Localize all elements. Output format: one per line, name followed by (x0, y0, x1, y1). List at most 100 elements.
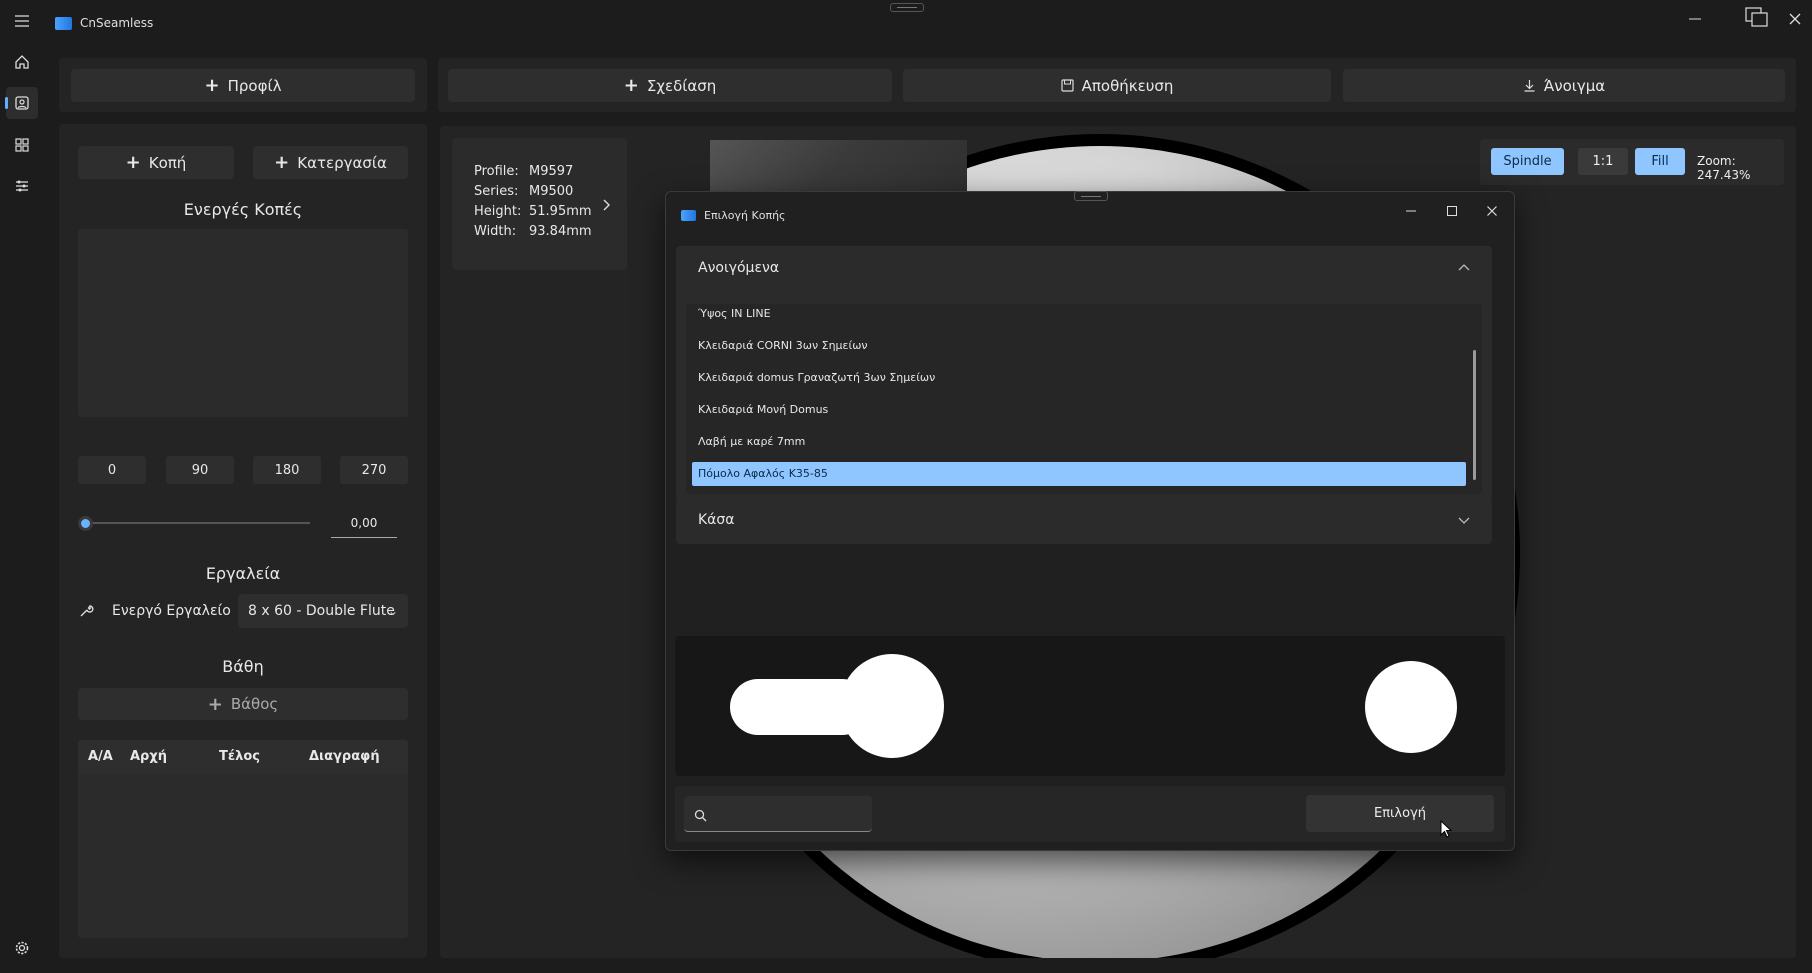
chevron-up-icon[interactable] (1458, 262, 1470, 272)
minimize-button[interactable] (1675, 6, 1715, 36)
dialog-app-icon (681, 210, 696, 221)
minimize-icon (1689, 18, 1701, 20)
angle-270-button[interactable]: 270 (340, 456, 408, 484)
active-cuts-title: Ενεργές Κοπές (183, 200, 303, 219)
list-item[interactable]: Κλειδαριά Μονή Domus (692, 398, 1466, 422)
add-depth-button[interactable]: + Βάθος (78, 688, 408, 720)
preview-circle-shape (840, 654, 944, 758)
cut-preview (675, 636, 1505, 776)
nav-profile-editor[interactable] (5, 87, 38, 119)
active-tool-label: Ενεργό Εργαλείο (112, 603, 231, 619)
list-scrollbar[interactable] (1473, 350, 1476, 480)
angle-90-button[interactable]: 90 (166, 456, 234, 484)
wrench-icon (80, 605, 94, 617)
settings-list-icon (16, 180, 28, 192)
add-profile-button[interactable]: + Προφίλ (71, 69, 415, 102)
settings-button[interactable] (6, 932, 38, 964)
add-cut-button[interactable]: + Κοπή (78, 146, 234, 179)
restore-icon (1745, 7, 1768, 27)
open-button[interactable]: Άνοιγμα (1343, 69, 1785, 102)
column-header-delete: Διαγραφή (309, 749, 380, 764)
angle-0-button[interactable]: 0 (78, 456, 146, 484)
nav-rail (0, 0, 44, 973)
app-logo-icon (55, 17, 72, 30)
mouse-cursor-icon (1440, 820, 1453, 838)
view-toolbar: Spindle 1:1 Fill Zoom: 247.43% (1480, 139, 1784, 185)
close-button[interactable] (1775, 6, 1812, 36)
dialog-close-button[interactable] (1474, 200, 1510, 226)
drag-handle[interactable] (890, 3, 924, 12)
main-toolbar: + Σχεδίαση Αποθήκευση Άνοιγμα (438, 58, 1796, 112)
zoom-readout: Zoom: 247.43% (1697, 154, 1751, 182)
close-icon (1789, 13, 1801, 25)
plus-icon: + (125, 152, 141, 173)
list-item[interactable]: Ύψος IN LINE (692, 304, 1466, 326)
expander-frame-header[interactable]: Κάσα (698, 512, 735, 528)
depths-title: Βάθη (222, 657, 264, 676)
select-cut-dialog: Επιλογή Κοπής Ανοιγόμενα Ύψος IN LINE Κλ… (665, 191, 1515, 851)
add-machining-button[interactable]: + Κατεργασία (253, 146, 408, 179)
info-height-row: Height: 51.95mm (474, 204, 592, 219)
ratio-1-1-button[interactable]: 1:1 (1578, 148, 1628, 175)
cuts-list[interactable]: Ύψος IN LINE Κλειδαριά CORNI 3ων Σημείων… (686, 304, 1482, 494)
nav-tools[interactable] (6, 170, 38, 202)
search-box[interactable] (684, 796, 872, 832)
expander-openings-header[interactable]: Ανοιγόμενα (698, 260, 779, 276)
plus-icon: + (623, 75, 639, 96)
chevron-right-icon[interactable] (602, 198, 612, 212)
active-tool-dropdown[interactable]: 8 x 60 - Double Flute ⌄ (238, 594, 408, 628)
menu-icon (15, 15, 29, 27)
select-button[interactable]: Επιλογή (1306, 795, 1494, 832)
dialog-drag-handle[interactable] (1074, 191, 1108, 201)
dialog-maximize-button[interactable] (1434, 200, 1470, 226)
rotation-value-field[interactable]: 0,00 (331, 512, 397, 538)
minimize-icon (1406, 210, 1416, 212)
close-icon (1487, 206, 1497, 216)
chevron-down-icon[interactable] (1458, 516, 1470, 526)
fill-toggle[interactable]: Fill (1635, 148, 1685, 175)
plus-icon: + (207, 693, 223, 715)
depths-table-body[interactable] (78, 774, 408, 938)
info-profile-row: Profile: M9597 (474, 164, 574, 179)
download-icon (1524, 80, 1535, 92)
spindle-toggle[interactable]: Spindle (1491, 148, 1564, 175)
dialog-minimize-button[interactable] (1393, 200, 1429, 226)
rotation-slider-track[interactable] (84, 522, 310, 524)
dialog-title: Επιλογή Κοπής (704, 209, 786, 222)
column-header-index: Α/Α (88, 749, 113, 764)
column-header-end: Τέλος (219, 749, 260, 764)
search-input[interactable] (712, 804, 862, 824)
app-title: CnSeamless (80, 16, 154, 30)
save-icon (1060, 79, 1074, 92)
preview-circle-shape (1365, 661, 1457, 753)
expander-openings: Ανοιγόμενα Ύψος IN LINE Κλειδαριά CORNI … (676, 246, 1492, 500)
profile-info-card: Profile: M9597 Series: M9500 Height: 51.95m… (452, 138, 627, 270)
nav-layout[interactable] (6, 129, 38, 161)
nav-home[interactable] (6, 46, 38, 78)
restore-button[interactable] (1737, 6, 1777, 36)
active-cuts-list[interactable] (78, 229, 408, 417)
expander-frame: Κάσα (676, 498, 1492, 544)
list-item[interactable]: Κλειδαριά CORNI 3ων Σημείων (692, 334, 1466, 358)
list-item-selected[interactable]: Πόμολο Αφαλός Κ35-85 (692, 462, 1466, 486)
column-header-start: Αρχή (130, 749, 168, 764)
design-button[interactable]: + Σχεδίαση (448, 69, 892, 102)
maximize-icon (1447, 206, 1457, 216)
list-item[interactable]: Λαβή με καρέ 7mm (692, 430, 1466, 454)
app-window: CnSeamless + Προφίλ + Σχεδίαση Αποθήκευσ… (0, 0, 1812, 973)
profile-editor-icon (15, 96, 29, 110)
title-bar: CnSeamless (0, 0, 1812, 44)
depths-table-header: Α/Α Αρχή Τέλος Διαγραφή (78, 740, 408, 774)
plus-icon: + (204, 75, 220, 96)
search-icon (694, 809, 707, 822)
angle-180-button[interactable]: 180 (253, 456, 321, 484)
info-series-row: Series: M9500 (474, 184, 574, 199)
rotation-slider-thumb[interactable] (78, 516, 93, 531)
plus-icon: + (274, 152, 290, 173)
grid-icon (15, 138, 29, 152)
hamburger-menu-button[interactable] (6, 5, 38, 37)
chevron-down-icon: ⌄ (387, 604, 398, 618)
home-icon (15, 55, 29, 69)
save-button[interactable]: Αποθήκευση (903, 69, 1331, 102)
list-item[interactable]: Κλειδαριά domus Γραναζωτή 3ων Σημείων (692, 366, 1466, 390)
